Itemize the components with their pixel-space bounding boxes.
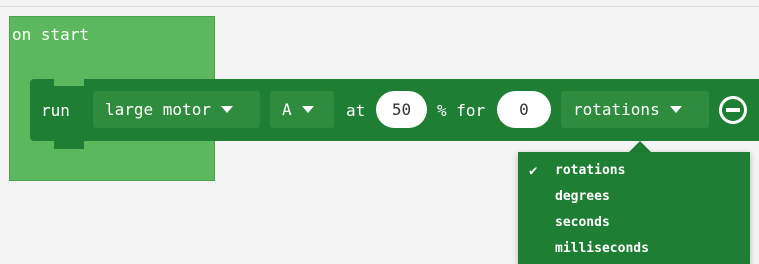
workspace-divider xyxy=(0,6,759,7)
menu-item-degrees[interactable]: degrees xyxy=(518,184,750,210)
unit-dropdown-menu: ✔ rotations degrees seconds milliseconds xyxy=(518,152,750,264)
unit-value: rotations xyxy=(573,100,660,119)
motor-type-dropdown[interactable]: large motor xyxy=(93,91,260,128)
menu-item-rotations[interactable]: ✔ rotations xyxy=(518,158,750,184)
speed-input[interactable]: 50 xyxy=(376,91,427,128)
menu-item-label: degrees xyxy=(555,189,610,204)
menu-item-milliseconds[interactable]: milliseconds xyxy=(518,236,750,262)
port-dropdown[interactable]: A xyxy=(270,91,334,128)
block-connector-notch xyxy=(54,79,84,86)
minus-bar xyxy=(726,108,740,112)
run-label: run xyxy=(41,101,70,120)
duration-input[interactable]: 0 xyxy=(497,91,551,128)
menu-item-label: seconds xyxy=(555,215,610,230)
at-label: at xyxy=(346,101,366,120)
minus-circle-icon[interactable] xyxy=(719,96,747,124)
menu-item-seconds[interactable]: seconds xyxy=(518,210,750,236)
on-start-label: on start xyxy=(12,25,90,44)
percent-for-label: % for xyxy=(437,101,486,120)
block-connector-tab xyxy=(54,141,84,149)
menu-item-label: milliseconds xyxy=(555,241,649,256)
checkmark-icon: ✔ xyxy=(529,163,538,179)
port-value: A xyxy=(282,100,292,119)
blocks-workspace[interactable]: on start run large motor A at 50 % for 0… xyxy=(0,0,759,264)
chevron-down-icon xyxy=(220,106,233,113)
motor-type-value: large motor xyxy=(105,100,211,119)
menu-item-label: rotations xyxy=(555,163,626,178)
chevron-down-icon xyxy=(301,106,314,113)
unit-dropdown[interactable]: rotations xyxy=(561,91,709,128)
chevron-down-icon xyxy=(669,106,682,113)
